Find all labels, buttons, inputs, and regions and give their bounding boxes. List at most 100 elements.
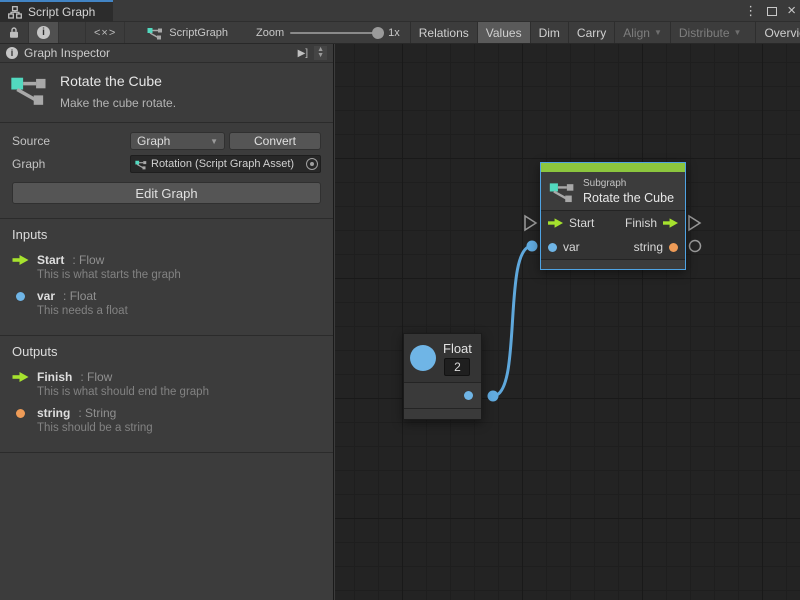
graph-breadcrumb[interactable]: ScriptGraph bbox=[137, 22, 238, 43]
float-value-input[interactable]: 2 bbox=[444, 358, 470, 376]
source-dropdown[interactable]: Graph ▼ bbox=[130, 132, 225, 150]
maximize-icon[interactable] bbox=[767, 7, 777, 16]
string-port-icon bbox=[669, 243, 678, 252]
subgraph-node-ports: Start Finish var string bbox=[541, 210, 685, 259]
float-icon bbox=[410, 345, 436, 371]
flow-output-port[interactable] bbox=[689, 216, 700, 230]
graph-canvas[interactable]: Subgraph Rotate the Cube Start Finish bbox=[335, 44, 800, 600]
close-icon[interactable]: × bbox=[787, 6, 796, 16]
list-item: Start : Flow This is what starts the gra… bbox=[12, 253, 321, 281]
graph-inspector-panel: i Graph Inspector ▶] ▲ ▼ Rotate the Cube… bbox=[0, 44, 334, 600]
list-item: Finish : Flow This is what should end th… bbox=[12, 370, 321, 398]
source-row: Source Graph ▼ Convert bbox=[12, 132, 321, 150]
float-port-icon bbox=[12, 292, 29, 301]
node-title: Float bbox=[443, 341, 472, 356]
float-output-port[interactable] bbox=[464, 391, 473, 400]
inputs-section: Inputs Start : Flow This is what starts … bbox=[0, 219, 333, 336]
inspector-header: i Graph Inspector ▶] ▲ ▼ bbox=[0, 44, 333, 63]
code-icon: <×> bbox=[94, 27, 116, 39]
flow-input-port[interactable] bbox=[525, 216, 536, 230]
inspector-toggle-button[interactable]: i bbox=[29, 22, 59, 43]
graph-asset-value: Rotation (Script Graph Asset) bbox=[151, 158, 302, 170]
script-graph-icon bbox=[549, 180, 575, 203]
string-port-icon bbox=[12, 409, 29, 418]
overview-button[interactable]: Overview bbox=[755, 22, 800, 43]
graph-asset-row: Graph Rotation (Script Graph Asset) bbox=[12, 155, 321, 173]
dim-button[interactable]: Dim bbox=[530, 22, 568, 43]
dock-icon[interactable]: ▶] bbox=[298, 48, 308, 59]
subgraph-node[interactable]: Subgraph Rotate the Cube Start Finish bbox=[540, 162, 686, 270]
string-output-port[interactable] bbox=[690, 241, 701, 252]
carry-button[interactable]: Carry bbox=[568, 22, 614, 43]
var-port[interactable]: var bbox=[548, 240, 580, 254]
node-title: Rotate the Cube bbox=[583, 191, 674, 205]
tab-title: Script Graph bbox=[28, 5, 95, 19]
graph-name-label: ScriptGraph bbox=[169, 27, 228, 39]
edit-graph-button[interactable]: Edit Graph bbox=[12, 182, 321, 204]
node-selected-bar bbox=[541, 163, 685, 172]
spin-down-icon: ▼ bbox=[317, 53, 324, 59]
zoom-slider[interactable] bbox=[290, 32, 382, 34]
wire-start-dot[interactable] bbox=[488, 391, 499, 402]
script-graph-icon bbox=[135, 159, 147, 170]
flow-port-icon bbox=[663, 218, 678, 228]
graph-subtitle: Make the cube rotate. bbox=[60, 96, 176, 110]
outputs-header: Outputs bbox=[12, 344, 321, 359]
relations-button[interactable]: Relations bbox=[410, 22, 477, 43]
info-icon: i bbox=[6, 47, 18, 59]
info-icon: i bbox=[37, 26, 50, 39]
chevron-down-icon: ▼ bbox=[654, 28, 662, 37]
tab-script-graph[interactable]: Script Graph bbox=[0, 0, 113, 22]
tab-strip: Script Graph ⋮ × bbox=[0, 0, 800, 22]
window-menu-icon[interactable]: ⋮ bbox=[744, 3, 757, 19]
inputs-header: Inputs bbox=[12, 227, 321, 242]
hierarchy-icon bbox=[8, 6, 22, 19]
graph-title: Rotate the Cube bbox=[60, 73, 176, 89]
float-node[interactable]: Float 2 bbox=[403, 333, 482, 420]
zoom-value: 1x bbox=[388, 27, 400, 39]
align-button[interactable]: Align ▼ bbox=[614, 22, 670, 43]
finish-port[interactable]: Finish bbox=[625, 216, 678, 230]
chevron-down-icon: ▼ bbox=[734, 28, 742, 37]
graph-toolbar: i <×> ScriptGraph Zoom 1x Relations Valu… bbox=[0, 22, 800, 44]
script-graph-icon bbox=[10, 73, 48, 106]
subgraph-node-footer bbox=[541, 259, 685, 269]
flow-port-icon bbox=[12, 255, 29, 265]
source-label: Source bbox=[12, 134, 130, 148]
flow-port-icon bbox=[548, 218, 563, 228]
inspector-title: Graph Inspector bbox=[24, 46, 292, 60]
script-graph-icon bbox=[147, 26, 163, 40]
zoom-slider-handle[interactable] bbox=[372, 27, 384, 39]
flow-port-row: Start Finish bbox=[541, 211, 685, 235]
subgraph-node-header[interactable]: Subgraph Rotate the Cube bbox=[541, 172, 685, 210]
values-button[interactable]: Values bbox=[477, 22, 530, 43]
graph-asset-label: Graph bbox=[12, 157, 130, 171]
list-item: var : Float This needs a float bbox=[12, 289, 321, 317]
connection-wire[interactable] bbox=[493, 246, 532, 396]
convert-button[interactable]: Convert bbox=[229, 132, 321, 150]
float-node-header[interactable]: Float 2 bbox=[404, 334, 481, 382]
chevron-down-icon: ▼ bbox=[210, 137, 218, 146]
start-port[interactable]: Start bbox=[548, 216, 594, 230]
value-port-row: var string bbox=[541, 235, 685, 259]
wire-end-dot[interactable] bbox=[527, 241, 538, 252]
distribute-button[interactable]: Distribute ▼ bbox=[670, 22, 750, 43]
graph-settings-section: Source Graph ▼ Convert Graph bbox=[0, 123, 333, 219]
string-port[interactable]: string bbox=[634, 240, 678, 254]
script-graph-window: Script Graph ⋮ × i <×> bbox=[0, 0, 800, 600]
float-node-body bbox=[404, 382, 481, 408]
outputs-section: Outputs Finish : Flow This is what shoul… bbox=[0, 336, 333, 453]
lock-button[interactable] bbox=[0, 22, 29, 43]
lock-icon bbox=[8, 26, 20, 39]
code-preview-button[interactable]: <×> bbox=[85, 22, 125, 43]
node-type-label: Subgraph bbox=[583, 178, 674, 189]
object-picker-icon[interactable] bbox=[306, 158, 318, 170]
graph-asset-field[interactable]: Rotation (Script Graph Asset) bbox=[130, 155, 321, 173]
wire-layer bbox=[335, 44, 800, 600]
zoom-label: Zoom bbox=[256, 27, 284, 39]
flow-port-icon bbox=[12, 372, 29, 382]
graph-title-section: Rotate the Cube Make the cube rotate. bbox=[0, 63, 333, 123]
window-controls: ⋮ × bbox=[744, 0, 796, 22]
float-node-footer bbox=[404, 408, 481, 419]
panel-resize-spinner[interactable]: ▲ ▼ bbox=[314, 46, 327, 60]
